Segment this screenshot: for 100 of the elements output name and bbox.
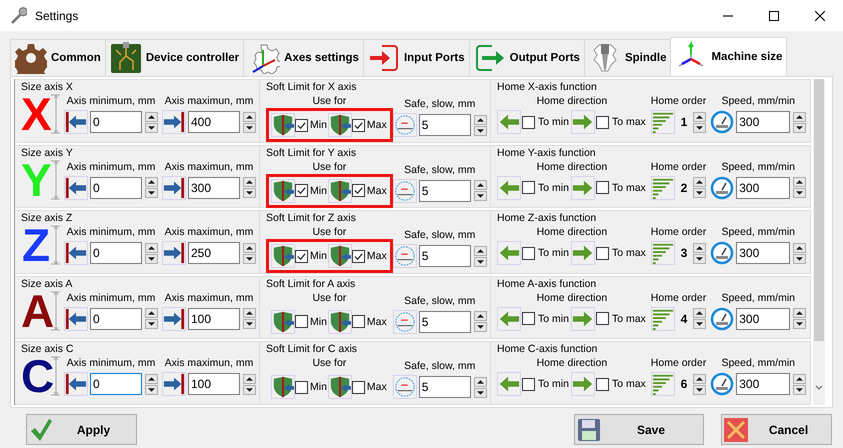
- spin-down-button[interactable]: [474, 191, 487, 202]
- checkbox[interactable]: [352, 184, 365, 198]
- maximize-button[interactable]: [769, 10, 779, 20]
- spin-up-button[interactable]: [243, 308, 256, 318]
- spin-up-button[interactable]: [693, 308, 706, 318]
- tab[interactable]: Machine size: [670, 37, 788, 76]
- checkbox[interactable]: [522, 181, 535, 194]
- spin-down-button[interactable]: [145, 122, 158, 132]
- spin-up-button[interactable]: [243, 242, 256, 253]
- input-field[interactable]: 400: [188, 111, 240, 133]
- spin-up-button[interactable]: [693, 374, 706, 384]
- checkbox[interactable]: [522, 378, 535, 391]
- input-field[interactable]: 300: [736, 308, 790, 330]
- spin-down-button[interactable]: [474, 126, 487, 136]
- checkbox[interactable]: [596, 378, 609, 391]
- spin-up-button[interactable]: [793, 177, 806, 188]
- spin-down-button[interactable]: [693, 188, 706, 198]
- close-button[interactable]: [815, 10, 825, 20]
- input-field[interactable]: 5: [418, 180, 471, 202]
- checkbox[interactable]: [352, 118, 365, 132]
- checkbox[interactable]: [352, 380, 365, 394]
- spin-up-button[interactable]: [474, 311, 487, 322]
- input-field[interactable]: 0: [90, 242, 142, 264]
- checkbox[interactable]: [352, 315, 365, 328]
- spin-up-button[interactable]: [474, 114, 487, 124]
- spin-down-button[interactable]: [793, 319, 806, 330]
- input-field[interactable]: 0: [90, 111, 142, 133]
- spin-up-button[interactable]: [243, 177, 256, 188]
- checkbox[interactable]: [522, 312, 535, 326]
- spin-up-button[interactable]: [243, 112, 256, 122]
- spin-down-button[interactable]: [474, 256, 487, 267]
- spin-down-button[interactable]: [793, 384, 806, 395]
- spin-down-button[interactable]: [243, 384, 256, 395]
- checkbox[interactable]: [596, 246, 609, 260]
- spin-down-button[interactable]: [693, 122, 706, 132]
- input-field[interactable]: 5: [418, 114, 471, 136]
- spin-up-button[interactable]: [693, 242, 706, 253]
- spin-down-button[interactable]: [693, 254, 706, 264]
- checkbox[interactable]: [522, 246, 535, 260]
- spin-up-button[interactable]: [145, 242, 158, 253]
- checkbox[interactable]: [352, 250, 365, 263]
- checkbox[interactable]: [522, 116, 535, 128]
- spin-up-button[interactable]: [793, 374, 806, 384]
- spin-down-button[interactable]: [793, 122, 806, 132]
- input-field[interactable]: 300: [736, 373, 790, 396]
- input-field[interactable]: 300: [188, 176, 240, 199]
- checkbox[interactable]: [295, 250, 308, 263]
- spin-up-button[interactable]: [474, 180, 487, 190]
- checkbox[interactable]: [596, 181, 609, 194]
- apply-button[interactable]: Apply: [26, 414, 137, 445]
- spin-up-button[interactable]: [145, 308, 158, 318]
- spin-down-button[interactable]: [145, 384, 158, 395]
- spin-down-button[interactable]: [693, 319, 706, 330]
- tab[interactable]: Axes settings: [243, 39, 364, 76]
- checkbox[interactable]: [295, 118, 308, 132]
- spin-down-button[interactable]: [793, 254, 806, 264]
- spin-down-button[interactable]: [145, 319, 158, 330]
- scrollbar-thumb[interactable]: [814, 79, 824, 341]
- spin-up-button[interactable]: [693, 112, 706, 122]
- input-field[interactable]: 300: [736, 176, 790, 199]
- spin-up-button[interactable]: [243, 374, 256, 384]
- cancel-button[interactable]: Cancel: [721, 414, 832, 445]
- input-field[interactable]: 5: [418, 376, 471, 398]
- spin-down-button[interactable]: [243, 188, 256, 198]
- spin-up-button[interactable]: [474, 376, 487, 387]
- input-field[interactable]: 100: [188, 308, 240, 330]
- input-field[interactable]: 100: [188, 373, 240, 396]
- scrollbar[interactable]: [813, 79, 825, 405]
- input-field[interactable]: 300: [736, 242, 790, 264]
- input-field[interactable]: 0: [90, 176, 142, 199]
- spin-down-button[interactable]: [145, 188, 158, 198]
- spin-up-button[interactable]: [145, 177, 158, 188]
- checkbox[interactable]: [295, 315, 308, 328]
- save-button[interactable]: Save: [574, 414, 704, 445]
- spin-down-button[interactable]: [243, 122, 256, 132]
- input-field[interactable]: 5: [418, 310, 471, 333]
- spin-up-button[interactable]: [793, 112, 806, 122]
- input-field[interactable]: 0: [90, 308, 142, 330]
- checkbox[interactable]: [596, 312, 609, 326]
- spin-up-button[interactable]: [145, 112, 158, 122]
- spin-up-button[interactable]: [793, 308, 806, 318]
- spin-up-button[interactable]: [793, 242, 806, 253]
- spin-down-button[interactable]: [243, 319, 256, 330]
- input-field[interactable]: 300: [736, 111, 790, 133]
- checkbox[interactable]: [295, 380, 308, 394]
- spin-down-button[interactable]: [243, 254, 256, 264]
- spin-down-button[interactable]: [793, 188, 806, 198]
- input-field[interactable]: 250: [188, 242, 240, 264]
- chevron-down-icon[interactable]: [815, 385, 823, 391]
- input-field[interactable]: 0: [90, 373, 142, 396]
- tab[interactable]: Common: [10, 39, 106, 76]
- spin-down-button[interactable]: [474, 388, 487, 398]
- spin-down-button[interactable]: [145, 254, 158, 264]
- spin-down-button[interactable]: [693, 384, 706, 395]
- spin-up-button[interactable]: [693, 177, 706, 188]
- spin-up-button[interactable]: [474, 246, 487, 256]
- checkbox[interactable]: [596, 116, 609, 128]
- tab[interactable]: Device controller: [104, 39, 244, 76]
- spin-up-button[interactable]: [145, 374, 158, 384]
- spin-down-button[interactable]: [474, 322, 487, 332]
